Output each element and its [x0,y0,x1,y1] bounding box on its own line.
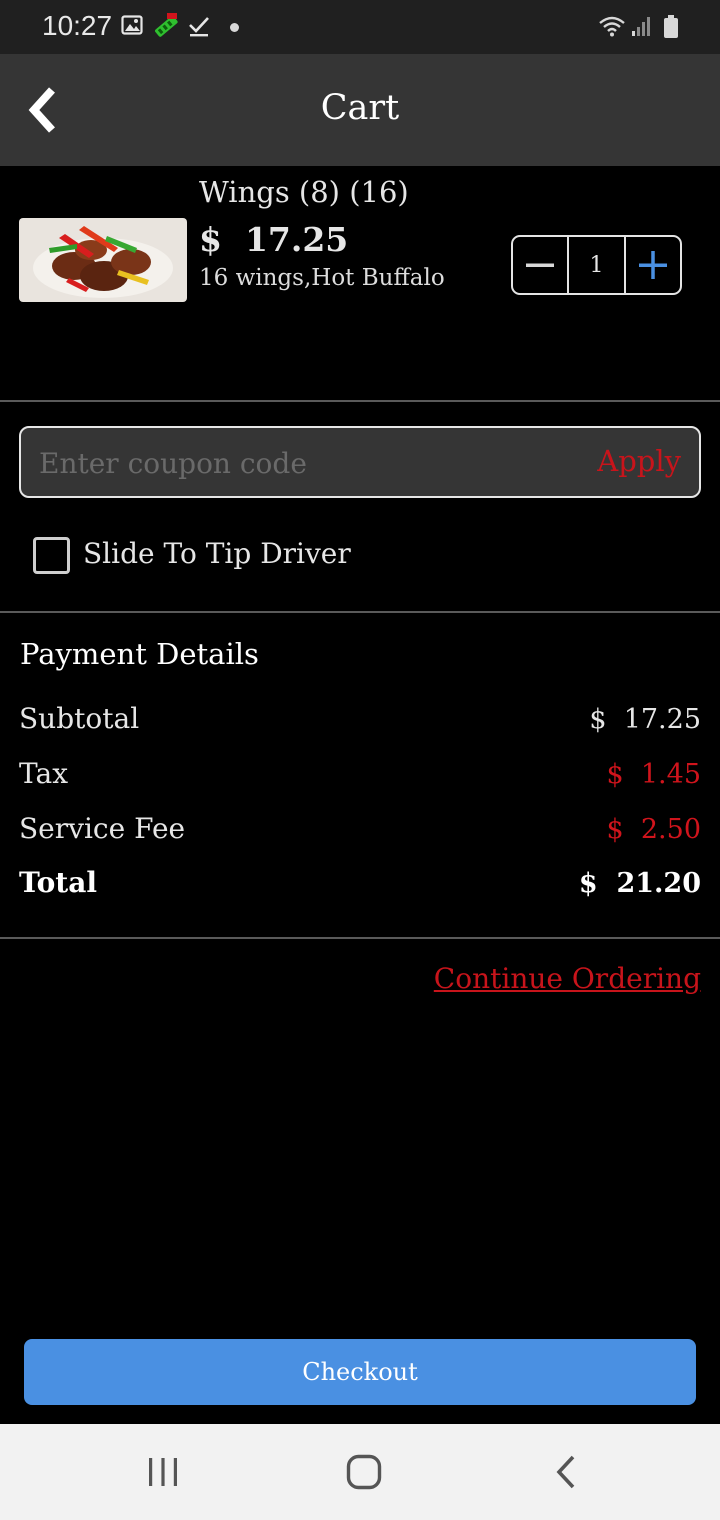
recent-apps-button[interactable] [133,1452,193,1492]
coupon-box: Apply [19,426,701,498]
recent-apps-icon [149,1458,177,1486]
coupon-input[interactable] [39,440,579,486]
tip-label: Slide To Tip Driver [83,537,351,570]
subtotal-label: Subtotal [19,702,140,735]
tax-value: $ 1.45 [606,759,701,790]
item-name: Wings (8) (16) [199,175,409,209]
item-price: $ 17.25 [199,220,349,259]
battery-icon [664,15,678,43]
minus-icon [526,263,554,267]
home-button[interactable] [334,1452,394,1492]
quantity-value: 1 [567,237,626,293]
increase-quantity-button[interactable] [626,237,680,293]
total-value: $ 21.20 [578,868,701,899]
total-label: Total [19,866,98,899]
page-title: Cart [320,88,400,128]
apply-coupon-button[interactable]: Apply [597,444,681,478]
system-back-button[interactable] [536,1452,596,1492]
item-options: 16 wings,Hot Buffalo [199,265,445,291]
status-bar: 10:27 [0,0,720,54]
divider [0,400,720,402]
tax-row: Tax $ 1.45 [19,757,701,797]
status-time: 10:27 [42,10,113,41]
system-nav-bar [0,1424,720,1520]
tax-label: Tax [19,757,68,790]
subtotal-value: $ 17.25 [589,704,701,735]
notification-dot-icon [230,23,239,32]
continue-ordering-link[interactable]: Continue Ordering [434,962,701,995]
service-fee-row: Service Fee $ 2.50 [19,812,701,852]
payment-details-heading: Payment Details [20,637,259,671]
back-icon [556,1455,575,1489]
subtotal-row: Subtotal $ 17.25 [19,702,701,742]
service-fee-label: Service Fee [19,812,186,845]
decrease-quantity-button[interactable] [513,237,567,293]
image-icon [121,14,143,40]
divider [0,937,720,939]
total-row: Total $ 21.20 [19,866,701,906]
plus-icon [639,251,667,279]
check-icon [188,15,210,41]
app-header: Cart [0,54,720,166]
item-image [19,218,187,302]
quantity-stepper: 1 [511,235,682,295]
checkout-button[interactable]: Checkout [24,1339,696,1405]
signal-icon [631,15,653,41]
divider [0,611,720,613]
tip-checkbox[interactable] [33,537,70,574]
home-icon [346,1454,382,1490]
app-notification-icon [152,12,180,44]
service-fee-value: $ 2.50 [606,814,701,845]
wifi-icon [598,15,626,41]
